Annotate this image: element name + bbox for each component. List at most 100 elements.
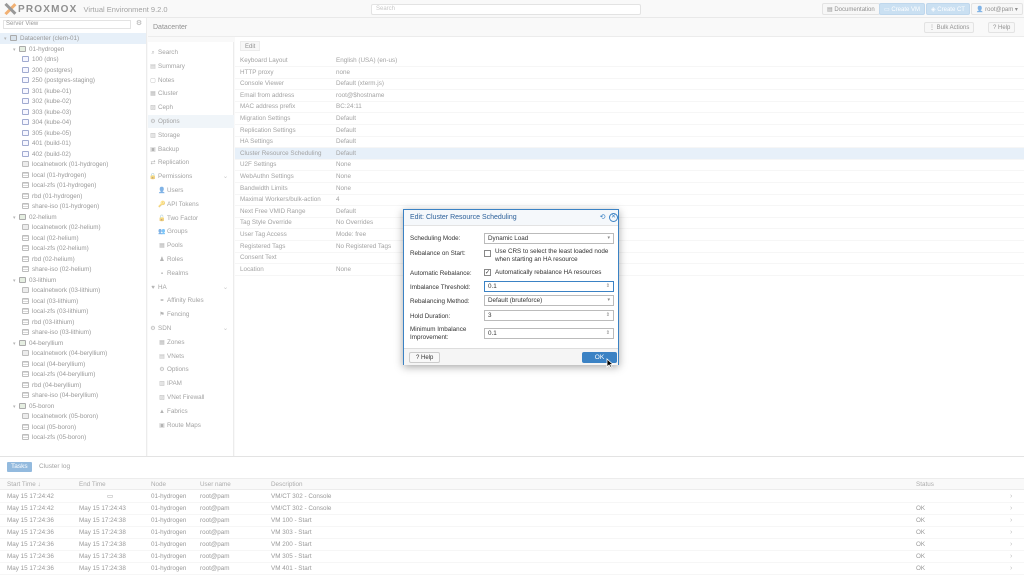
task-row[interactable]: May 15 17:24:36 May 15 17:24:38 01-hydroge… [0,551,1024,563]
tree-item[interactable]: local-zfs (05-boron) [0,432,146,443]
tree-item[interactable]: ▾ Datacenter (clem-01) [0,33,146,44]
tab-tasks[interactable]: Tasks [7,462,32,472]
user-menu-button[interactable]: 👤 root@pam ▾ [971,3,1023,15]
rebalancing-method-select[interactable]: Default (bruteforce) ▾ [484,295,614,306]
chevron-right-icon[interactable]: › [1010,527,1012,539]
tree-item[interactable]: share-iso (02-helium) [0,264,146,275]
chevron-right-icon[interactable]: › [1010,491,1012,503]
tree-item[interactable]: 303 (kube-03) [0,107,146,118]
menu-item[interactable]: ▲ Fabrics [148,405,234,418]
spinner-icon[interactable]: ⇕ [606,311,610,320]
menu-item[interactable]: ▤ Summary [148,60,234,73]
menu-item[interactable]: ⚑ Fencing [148,308,234,321]
tree-item[interactable]: ▾ 05-boron [0,401,146,412]
menu-item[interactable]: ▨ Ceph [148,101,234,114]
spinner-icon[interactable]: ⇕ [606,282,610,291]
gear-icon[interactable]: ⚙ [134,20,144,29]
tree-item[interactable]: local-zfs (03-lithium) [0,306,146,317]
option-row[interactable]: Bandwidth Limits None [235,183,1024,195]
menu-item[interactable]: 🔒Permissions ⌄ [148,170,234,183]
tree-item[interactable]: ▾ 02-helium [0,212,146,223]
tree-item[interactable]: share-iso (04-beryllium) [0,390,146,401]
chevron-down-icon[interactable]: ⌄ [223,170,228,183]
col-status[interactable]: Status [916,479,934,490]
create-vm-button[interactable]: ▭ Create VM [879,3,926,15]
help-button[interactable]: ? Help [988,22,1016,33]
menu-item[interactable]: ⚙ Options [148,363,234,376]
task-row[interactable]: May 15 17:24:42 01-hydrogen root@pam VM/CT … [0,491,1024,503]
rebalance-on-start-checkbox[interactable] [484,250,491,257]
tree-item[interactable]: 401 (build-01) [0,138,146,149]
option-row[interactable]: Keyboard Layout English (USA) (en-us) [235,55,1024,67]
menu-item[interactable]: 👥Groups [148,225,234,238]
task-row[interactable]: May 15 17:24:42 May 15 17:24:43 01-hydroge… [0,503,1024,515]
menu-item[interactable]: ⚙ SDN ⌄ [148,322,234,335]
task-row[interactable]: May 15 17:24:36 May 15 17:24:38 01-hydroge… [0,539,1024,551]
documentation-button[interactable]: ▤ Documentation [822,3,880,15]
task-row[interactable]: May 15 17:24:36 May 15 17:24:38 01-hydroge… [0,527,1024,539]
imbalance-threshold-input[interactable]: 0.1 ⇕ [484,281,614,292]
tree-item[interactable]: local-zfs (02-helium) [0,243,146,254]
chevron-right-icon[interactable]: › [1010,515,1012,527]
option-row[interactable]: Migration Settings Default [235,113,1024,125]
menu-item[interactable]: ▪ Realms [148,267,234,280]
option-row[interactable]: Next Free VMID Range Default [235,206,1024,218]
tree-item[interactable]: 302 (kube-02) [0,96,146,107]
menu-item[interactable]: ⌕ Search [148,46,234,59]
tree-item[interactable]: localnetwork (04-beryllium) [0,348,146,359]
menu-item[interactable]: ♥ HA ⌄ [148,281,234,294]
reset-icon[interactable]: ⟲ [598,213,607,222]
tree-item[interactable]: 305 (kube-05) [0,128,146,139]
menu-item[interactable]: ▨ VNet Firewall [148,391,234,404]
tree-item[interactable]: rbd (03-lithium) [0,317,146,328]
menu-item[interactable]: ♟ Roles [148,253,234,266]
menu-item[interactable]: ▥ Storage [148,129,234,142]
min-improvement-input[interactable]: 0.1 ⇕ [484,328,614,339]
option-row[interactable]: Tag Style Override No Overrides [235,217,1024,230]
tree-item[interactable]: 402 (build-02) [0,149,146,160]
col-start-time[interactable]: Start Time ↓ [7,479,41,490]
tree-item[interactable]: 100 (dns) [0,54,146,65]
tree-item[interactable]: local (05-boron) [0,422,146,433]
col-end-time[interactable]: End Time [79,479,106,490]
hold-duration-input[interactable]: 3 ⇕ [484,310,614,321]
tree-item[interactable]: local-zfs (04-beryllium) [0,369,146,380]
spinner-icon[interactable]: ⇕ [606,329,610,338]
tree-item[interactable]: local-zfs (01-hydrogen) [0,180,146,191]
view-selector[interactable]: Server View [3,20,131,29]
menu-item[interactable]: 🔑API Tokens [148,198,234,211]
menu-item[interactable]: 👤Users [148,184,234,197]
menu-item[interactable]: ⚭ Affinity Rules [148,294,234,307]
tree-item[interactable]: localnetwork (01-hydrogen) [0,159,146,170]
close-icon[interactable]: ✕ [609,213,618,222]
tree-item[interactable]: local (02-helium) [0,233,146,244]
option-row[interactable]: Maximal Workers/bulk-action 4 [235,194,1024,207]
option-row[interactable]: Consent Text [235,252,1024,265]
menu-item[interactable]: ▦ Pools [148,239,234,252]
menu-item[interactable]: ▣ Backup [148,143,234,156]
tree-item[interactable]: rbd (01-hydrogen) [0,191,146,202]
chevron-right-icon[interactable]: › [1010,539,1012,551]
chevron-right-icon[interactable]: › [1010,503,1012,515]
col-description[interactable]: Description [271,479,303,490]
tree-item[interactable]: 304 (kube-04) [0,117,146,128]
tree-item[interactable]: localnetwork (05-boron) [0,411,146,422]
menu-item[interactable]: ▣ Route Maps [148,419,234,432]
chevron-right-icon[interactable]: › [1010,563,1012,575]
chevron-right-icon[interactable]: › [1010,551,1012,563]
menu-item[interactable]: ▦ Cluster [148,87,234,100]
col-user-name[interactable]: User name [200,479,231,490]
create-ct-button[interactable]: ◈ Create CT [926,3,970,15]
option-row[interactable]: WebAuthn Settings None [235,171,1024,183]
tree-item[interactable]: ▾ 04-beryllium [0,338,146,349]
search-input[interactable]: Search [371,4,641,15]
option-row[interactable]: U2F Settings None [235,159,1024,172]
tree-item[interactable]: share-iso (01-hydrogen) [0,201,146,212]
tree-item[interactable]: share-iso (03-lithium) [0,327,146,338]
option-row[interactable]: HA Settings Default [235,136,1024,149]
scheduling-mode-select[interactable]: Dynamic Load ▾ [484,233,614,244]
tree-item[interactable]: localnetwork (03-lithium) [0,285,146,296]
option-row[interactable]: MAC address prefix BC:24:11 [235,101,1024,114]
menu-item[interactable]: ▢ Notes [148,74,234,87]
option-row[interactable]: Replication Settings Default [235,125,1024,137]
